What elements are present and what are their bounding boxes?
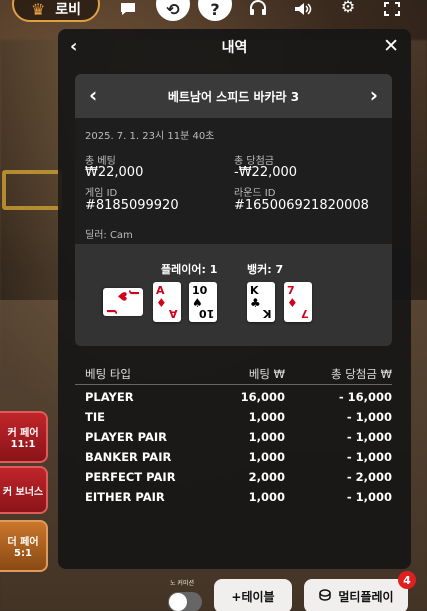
table-row: BANKER PAIR 1,000 - 1,000 xyxy=(85,450,392,464)
table-row: TIE 1,000 - 1,000 xyxy=(85,410,392,424)
close-icon[interactable]: ✕ xyxy=(383,35,399,57)
help-icon[interactable]: ? xyxy=(198,0,232,21)
back-arrow-icon[interactable]: ‹ xyxy=(70,36,77,57)
fullscreen-icon[interactable] xyxy=(374,0,410,20)
table-decoration-frame xyxy=(2,170,62,210)
side-bet-label: 커 페어 xyxy=(7,428,39,439)
banker-score-label: 뱅커: 7 xyxy=(247,263,284,276)
player-card-3: 10 ♠ 10 xyxy=(189,282,217,322)
side-bet-banker-pair[interactable]: 커 페어 11:1 xyxy=(0,411,48,463)
bets-table: 베팅 타입 베팅 ₩ 총 당첨금 ₩ PLAYER 16,000 - 16,00… xyxy=(75,363,392,507)
top-toolbar: ♛ 로비 ⟲ ? ⚙ xyxy=(0,0,427,22)
table-row: PLAYER 16,000 - 16,000 xyxy=(85,390,392,404)
side-bet-label: 더 페어 xyxy=(7,537,39,548)
next-round-icon[interactable]: › xyxy=(370,83,378,107)
side-bet-either-pair[interactable]: 더 페어 5:1 xyxy=(0,520,48,572)
panel-title: 내역 xyxy=(221,40,248,56)
col-bet-amount: 베팅 ₩ xyxy=(248,366,285,381)
multiplay-icon xyxy=(318,588,332,605)
game-name-header: ‹ 베트남어 스피드 바카라 3 › xyxy=(75,74,392,118)
total-bet-value: ₩22,000 xyxy=(85,165,144,180)
game-name: 베트남어 스피드 바카라 3 xyxy=(167,89,300,104)
volume-icon[interactable] xyxy=(285,0,321,20)
game-id-label: 게임 ID xyxy=(85,188,118,199)
multiplay-button[interactable]: 멀티플레이 xyxy=(304,579,408,611)
round-hands: 플레이어: 1 뱅커: 7 J ♥ J A ♦ A 10 ♠ 10 K ♣ K … xyxy=(75,244,392,346)
game-id-value: #8185099920 xyxy=(85,198,179,213)
history-panel: ‹ 내역 ✕ ‹ 베트남어 스피드 바카라 3 › 2025. 7. 1. 23… xyxy=(58,29,411,569)
table-row: PERFECT PAIR 2,000 - 2,000 xyxy=(85,470,392,484)
banker-card-1: K ♣ K xyxy=(247,282,275,322)
chat-icon[interactable] xyxy=(110,0,146,20)
table-row: PLAYER PAIR 1,000 - 1,000 xyxy=(85,430,392,444)
prev-round-icon[interactable]: ‹ xyxy=(89,83,97,107)
table-row: EITHER PAIR 1,000 - 1,000 xyxy=(85,490,392,504)
side-bet-odds: 5:1 xyxy=(14,548,32,559)
player-score-label: 플레이어: 1 xyxy=(161,263,218,276)
crown-icon: ♛ xyxy=(30,0,46,19)
side-bet-odds: 11:1 xyxy=(10,439,36,450)
settings-icon[interactable]: ⚙ xyxy=(330,0,366,20)
banker-card-2: 7 ♦ 7 xyxy=(284,282,312,322)
no-commission-toggle[interactable] xyxy=(168,592,202,611)
lobby-button[interactable]: ♛ 로비 xyxy=(12,0,100,22)
bets-table-header: 베팅 타입 베팅 ₩ 총 당첨금 ₩ xyxy=(75,363,392,385)
side-bet-banker-bonus[interactable]: 커 보너스 xyxy=(0,466,48,514)
player-card-1: J ♥ J xyxy=(103,288,143,316)
dealer-name: 딜러: Cam xyxy=(85,230,133,241)
history-icon[interactable]: ⟲ xyxy=(156,0,190,21)
player-card-2: A ♦ A xyxy=(153,282,181,322)
round-detail-card: ‹ 베트남어 스피드 바카라 3 › 2025. 7. 1. 23시 11분 4… xyxy=(75,74,392,346)
col-bet-type: 베팅 타입 xyxy=(85,366,131,381)
no-commission-label: 노 커미션 xyxy=(170,580,194,587)
round-timestamp: 2025. 7. 1. 23시 11분 40초 xyxy=(85,131,215,142)
multiplay-label: 멀티플레이 xyxy=(338,589,394,604)
lobby-label: 로비 xyxy=(55,2,82,18)
add-table-button[interactable]: +테이블 xyxy=(214,579,292,611)
round-info: 2025. 7. 1. 23시 11분 40초 총 베팅 ₩22,000 총 당… xyxy=(75,118,392,244)
headset-icon[interactable] xyxy=(240,0,276,20)
round-id-value: #165006921820008 xyxy=(234,198,369,213)
add-table-label: +테이블 xyxy=(231,589,275,604)
total-win-value: -₩22,000 xyxy=(234,165,298,180)
panel-header: ‹ 내역 ✕ xyxy=(58,29,411,65)
round-id-label: 라운드 ID xyxy=(234,188,276,199)
col-total-win: 총 당첨금 ₩ xyxy=(330,366,392,381)
side-bet-label: 커 보너스 xyxy=(2,486,44,498)
multiplay-count-badge: 4 xyxy=(398,571,416,589)
toggle-knob xyxy=(169,593,187,611)
